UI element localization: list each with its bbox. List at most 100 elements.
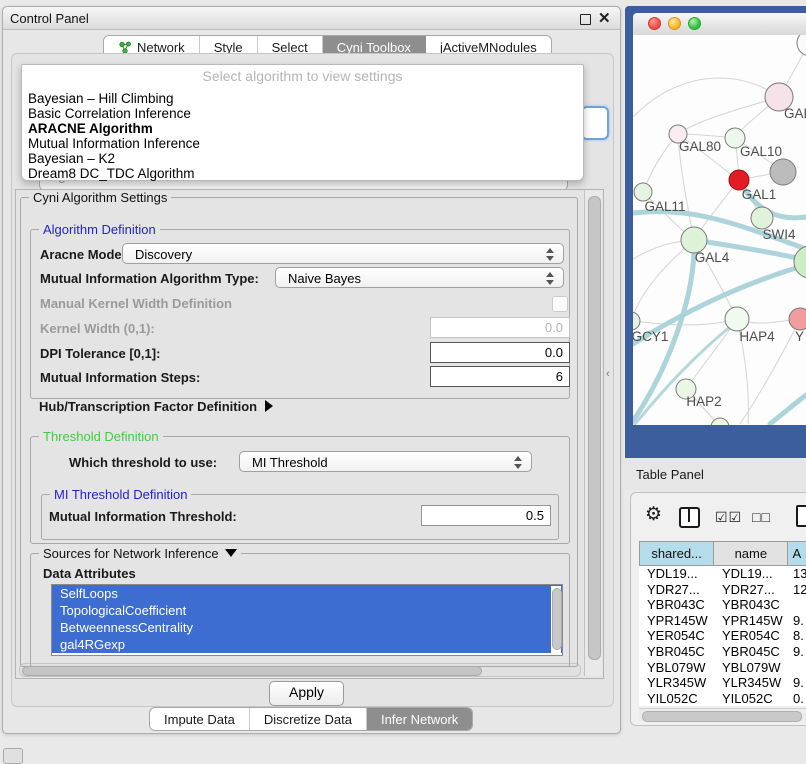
algorithm-option[interactable]: Bayesian – K2 bbox=[26, 151, 579, 166]
which-threshold-combobox[interactable]: MI Threshold bbox=[239, 451, 532, 472]
algorithm-option[interactable]: Dream8 DC_TDC Algorithm bbox=[26, 166, 579, 181]
table-cell: YBR043C bbox=[639, 597, 714, 613]
mi-threshold-label: Mutual Information Threshold: bbox=[49, 509, 237, 524]
network-node[interactable] bbox=[794, 246, 806, 278]
table-cell: 9. bbox=[789, 644, 806, 660]
algorithm-option[interactable]: ARACNE Algorithm bbox=[26, 121, 579, 136]
table-cell: 9. bbox=[789, 613, 806, 629]
algorithm-option[interactable]: Mutual Information Inference bbox=[26, 136, 579, 151]
expand-right-icon bbox=[265, 400, 273, 412]
tab-impute-data[interactable]: Impute Data bbox=[150, 708, 250, 730]
float-icon[interactable] bbox=[580, 14, 591, 25]
table-row[interactable]: YBR045CYBR045C9. bbox=[639, 644, 806, 660]
attribute-list-item[interactable]: TopologicalCoefficient bbox=[52, 602, 562, 619]
minimize-traffic-icon[interactable] bbox=[668, 17, 681, 30]
table-cell: YBR045C bbox=[639, 644, 714, 660]
table-cell: YDL19... bbox=[714, 566, 789, 582]
document-icon[interactable] bbox=[796, 505, 806, 527]
table-row[interactable]: YER054CYER054C8. bbox=[639, 628, 806, 644]
table-row[interactable]: YLR345WYLR345W9. bbox=[639, 675, 806, 691]
kernel-width-label: Kernel Width (0,1): bbox=[40, 321, 155, 336]
node-label: Y bbox=[795, 329, 804, 344]
data-attributes-list[interactable]: SelfLoopsTopologicalCoefficientBetweenne… bbox=[51, 584, 563, 656]
table-cell: YIL052C bbox=[639, 691, 714, 707]
control-panel-titlebar[interactable]: Control Panel ✕ bbox=[3, 7, 620, 30]
zoom-traffic-icon[interactable] bbox=[688, 17, 701, 30]
control-panel-title: Control Panel bbox=[10, 11, 89, 26]
which-threshold-label: Which threshold to use: bbox=[69, 455, 217, 470]
network-node[interactable] bbox=[797, 35, 806, 56]
mi-type-label: Mutual Information Algorithm Type: bbox=[40, 271, 259, 286]
attribute-list-item[interactable]: SelfLoops bbox=[52, 585, 562, 602]
attribute-list-item[interactable]: BetweennessCentrality bbox=[52, 619, 562, 636]
algorithm-combobox-fragment[interactable] bbox=[581, 106, 609, 140]
network-node[interactable] bbox=[770, 159, 796, 185]
table-row[interactable]: YBL079WYBL079W bbox=[639, 660, 806, 676]
node-label: GCY1 bbox=[633, 329, 668, 344]
deselect-all-icon[interactable]: □□ bbox=[752, 509, 771, 525]
network-node-hap4[interactable] bbox=[725, 307, 749, 331]
hub-definition-toggle[interactable]: Hub/Transcription Factor Definition bbox=[39, 399, 273, 414]
algorithm-option[interactable]: Basic Correlation Inference bbox=[26, 106, 579, 121]
kernel-width-field[interactable]: 0.0 bbox=[430, 317, 570, 338]
mi-type-combobox[interactable]: Naive Bayes bbox=[275, 267, 564, 288]
close-traffic-icon[interactable] bbox=[648, 17, 661, 30]
dpi-tolerance-field[interactable]: 0.0 bbox=[430, 342, 570, 363]
network-node-swi4[interactable] bbox=[751, 207, 773, 229]
table-cell bbox=[789, 597, 806, 613]
table-row[interactable]: YPR145WYPR145W9. bbox=[639, 613, 806, 629]
apply-button[interactable]: Apply bbox=[269, 681, 344, 706]
table-cell: YDR27... bbox=[639, 582, 714, 598]
combo-spinner-icon bbox=[545, 272, 554, 285]
aracne-mode-combobox[interactable]: Discovery bbox=[122, 243, 564, 264]
scrollbar-thumb[interactable] bbox=[588, 196, 601, 660]
network-window-titlebar[interactable] bbox=[633, 13, 806, 36]
mi-steps-field[interactable]: 6 bbox=[430, 366, 570, 387]
table-horizontal-scrollbar[interactable] bbox=[639, 708, 806, 722]
algorithm-option[interactable]: Bayesian – Hill Climbing bbox=[26, 91, 579, 106]
network-node-y[interactable] bbox=[789, 308, 806, 330]
table-row[interactable]: YDR27...YDR27...12 bbox=[639, 582, 806, 598]
table-cell: YBR045C bbox=[714, 644, 789, 660]
column-header-partial[interactable]: A bbox=[788, 542, 806, 565]
table-cell: 0. bbox=[789, 691, 806, 707]
scrollbar-thumb[interactable] bbox=[552, 588, 562, 650]
network-node-gcy1[interactable] bbox=[633, 312, 640, 330]
table-panel-strip: Table Panel bbox=[622, 458, 806, 490]
select-all-icon[interactable]: ☑☑ bbox=[715, 509, 742, 526]
sources-title[interactable]: Sources for Network Inference bbox=[39, 546, 241, 561]
table-body: YDL19...YDL19...13YDR27...YDR27...12YBR0… bbox=[639, 566, 806, 706]
scrollbar-thumb[interactable] bbox=[22, 666, 482, 676]
network-canvas[interactable]: GALGAL80GAL10GAL1GAL11SWI4GAL4GCY1HAP4YH… bbox=[633, 35, 806, 425]
mi-type-value: Naive Bayes bbox=[288, 271, 361, 286]
mi-threshold-field[interactable]: 0.5 bbox=[421, 505, 551, 526]
aracne-mode-value: Discovery bbox=[135, 247, 192, 262]
mi-threshold-definition-title: MI Threshold Definition bbox=[50, 487, 191, 502]
attribute-list-item[interactable]: gal4RGexp bbox=[52, 636, 562, 653]
close-icon[interactable]: ✕ bbox=[598, 12, 610, 24]
node-label: HAP4 bbox=[739, 329, 775, 344]
splitpane-collapse-icon[interactable]: ‹ bbox=[606, 368, 610, 380]
table-cell bbox=[789, 660, 806, 676]
node-label: SWI4 bbox=[762, 227, 795, 242]
split-columns-icon[interactable] bbox=[679, 507, 700, 528]
manual-kernel-checkbox[interactable] bbox=[552, 296, 568, 312]
gear-icon[interactable]: ⚙ bbox=[645, 505, 662, 524]
table-row[interactable]: YBR043CYBR043C bbox=[639, 597, 806, 613]
scrollbar-thumb[interactable] bbox=[642, 711, 802, 722]
column-header-name[interactable]: name bbox=[714, 542, 788, 565]
which-threshold-value: MI Threshold bbox=[252, 455, 328, 470]
threshold-definition-title: Threshold Definition bbox=[39, 429, 163, 444]
table-row[interactable]: YIL052CYIL052C0. bbox=[639, 691, 806, 707]
network-view-frame: GALGAL80GAL10GAL1GAL11SWI4GAL4GCY1HAP4YH… bbox=[625, 6, 806, 458]
table-cell: YPR145W bbox=[714, 613, 789, 629]
column-header-shared-name[interactable]: shared... bbox=[640, 542, 714, 565]
settings-vertical-scrollbar[interactable] bbox=[584, 190, 602, 676]
table-cell: YER054C bbox=[714, 628, 789, 644]
table-row[interactable]: YDL19...YDL19...13 bbox=[639, 566, 806, 582]
table-header: shared... name A bbox=[639, 541, 806, 566]
list-scrollbar[interactable] bbox=[551, 586, 561, 654]
tab-discretize-data[interactable]: Discretize Data bbox=[250, 708, 367, 730]
tab-infer-network[interactable]: Infer Network bbox=[367, 708, 472, 730]
node-label: GAL10 bbox=[740, 144, 782, 159]
